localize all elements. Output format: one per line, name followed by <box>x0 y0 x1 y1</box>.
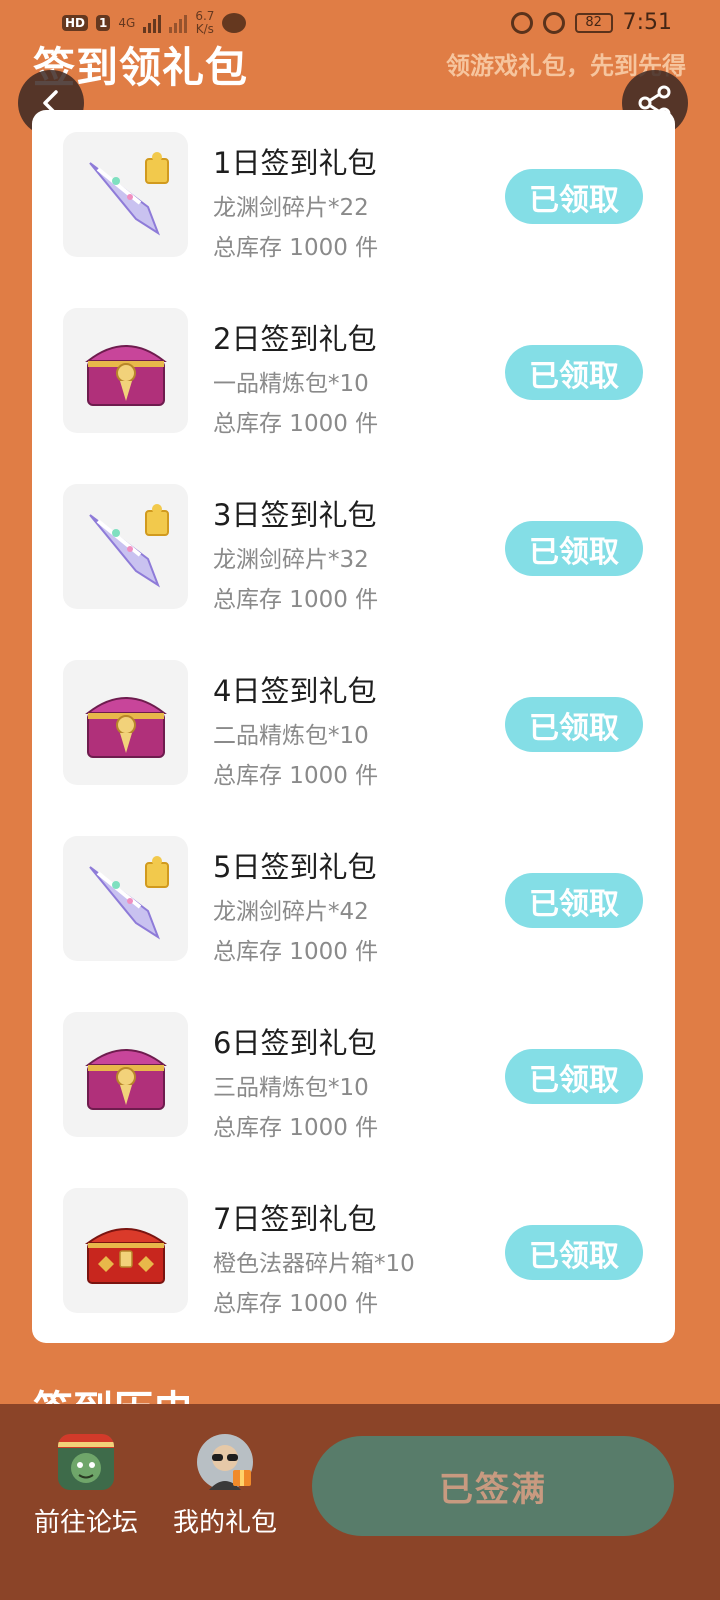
claimed-button[interactable]: 已领取 <box>505 345 643 400</box>
hd-badge: HD <box>62 15 89 31</box>
signal-2-icon <box>169 13 188 33</box>
signed-full-button[interactable]: 已签满 <box>312 1436 674 1536</box>
gift-stock: 总库存 1000 件 <box>213 411 379 437</box>
wechat-icon <box>222 13 247 33</box>
gift-thumbnail <box>63 1188 188 1313</box>
battery-icon: 82 <box>574 12 613 33</box>
my-gifts-label: 我的礼包 <box>172 1508 277 1538</box>
gift-item: 一品精炼包*10 <box>213 371 369 397</box>
gift-stock: 总库存 1000 件 <box>213 1115 379 1141</box>
gift-item: 橙色法器碎片箱*10 <box>213 1251 415 1277</box>
claimed-button[interactable]: 已领取 <box>505 169 643 224</box>
gift-item: 二品精炼包*10 <box>213 723 369 749</box>
gift-stock: 总库存 1000 件 <box>213 235 379 261</box>
gift-title: 3日签到礼包 <box>213 498 377 532</box>
network-speed: 6.7 K/s <box>195 10 214 36</box>
gift-title: 7日签到礼包 <box>213 1202 377 1236</box>
gift-title: 2日签到礼包 <box>213 322 377 356</box>
gift-item: 龙渊剑碎片*42 <box>213 899 369 925</box>
sim-badge: 1 <box>96 15 111 31</box>
gift-row: 1日签到礼包 龙渊剑碎片*22 总库存 1000 件 已领取 <box>32 110 675 286</box>
claimed-button[interactable]: 已领取 <box>505 697 643 752</box>
gift-thumbnail <box>63 484 188 609</box>
gift-title: 4日签到礼包 <box>213 674 377 708</box>
gift-row: 3日签到礼包 龙渊剑碎片*32 总库存 1000 件 已领取 <box>32 462 675 638</box>
bottom-action-bar: 前往论坛 我的礼包 已签满 <box>0 1404 720 1600</box>
claimed-button[interactable]: 已领取 <box>505 1049 643 1104</box>
sword-fragment-icon <box>88 855 169 939</box>
gift-row: 6日签到礼包 三品精炼包*10 总库存 1000 件 已领取 <box>32 990 675 1166</box>
claimed-button[interactable]: 已领取 <box>505 521 643 576</box>
gift-row: 4日签到礼包 二品精炼包*10 总库存 1000 件 已领取 <box>32 638 675 814</box>
gift-stock: 总库存 1000 件 <box>213 763 379 789</box>
gift-item: 三品精炼包*10 <box>213 1075 369 1101</box>
treasure-chest-icon <box>84 1048 167 1110</box>
gift-stock: 总库存 1000 件 <box>213 1291 379 1317</box>
gift-thumbnail <box>63 308 188 433</box>
user-avatar <box>197 1434 253 1490</box>
data-saver-icon <box>510 11 533 34</box>
gift-row: 7日签到礼包 橙色法器碎片箱*10 总库存 1000 件 已领取 <box>32 1166 675 1342</box>
forum-link[interactable]: 前往论坛 <box>26 1434 146 1539</box>
forum-game-icon <box>58 1434 114 1490</box>
gift-thumbnail <box>63 132 188 257</box>
gift-row: 5日签到礼包 龙渊剑碎片*42 总库存 1000 件 已领取 <box>32 814 675 990</box>
gift-list-card: 1日签到礼包 龙渊剑碎片*22 总库存 1000 件 已领取 2日签到礼包 一品… <box>32 110 675 1343</box>
my-gifts-link[interactable]: 我的礼包 <box>165 1434 285 1539</box>
treasure-chest-icon <box>84 344 167 406</box>
gift-item: 龙渊剑碎片*22 <box>213 195 369 221</box>
gift-stock: 总库存 1000 件 <box>213 587 379 613</box>
red-chest-icon <box>84 1227 167 1284</box>
sword-fragment-icon <box>88 503 169 587</box>
gift-thumbnail <box>63 836 188 961</box>
network-type: 4G <box>118 15 136 30</box>
gift-row: 2日签到礼包 一品精炼包*10 总库存 1000 件 已领取 <box>32 286 675 462</box>
claimed-button[interactable]: 已领取 <box>505 1225 643 1280</box>
forum-label: 前往论坛 <box>33 1508 138 1538</box>
sword-fragment-icon <box>88 151 169 235</box>
gift-title: 1日签到礼包 <box>213 146 377 180</box>
gift-thumbnail <box>63 660 188 785</box>
signal-icon <box>143 13 162 33</box>
gift-stock: 总库存 1000 件 <box>213 939 379 965</box>
gift-title: 5日签到礼包 <box>213 850 377 884</box>
gift-thumbnail <box>63 1012 188 1137</box>
claimed-button[interactable]: 已领取 <box>505 873 643 928</box>
gift-item: 龙渊剑碎片*32 <box>213 547 369 573</box>
treasure-chest-icon <box>84 696 167 758</box>
clock: 7:51 <box>622 10 672 35</box>
gift-title: 6日签到礼包 <box>213 1026 377 1060</box>
speed-value: 6.7 <box>195 9 215 23</box>
alarm-icon <box>542 11 565 34</box>
